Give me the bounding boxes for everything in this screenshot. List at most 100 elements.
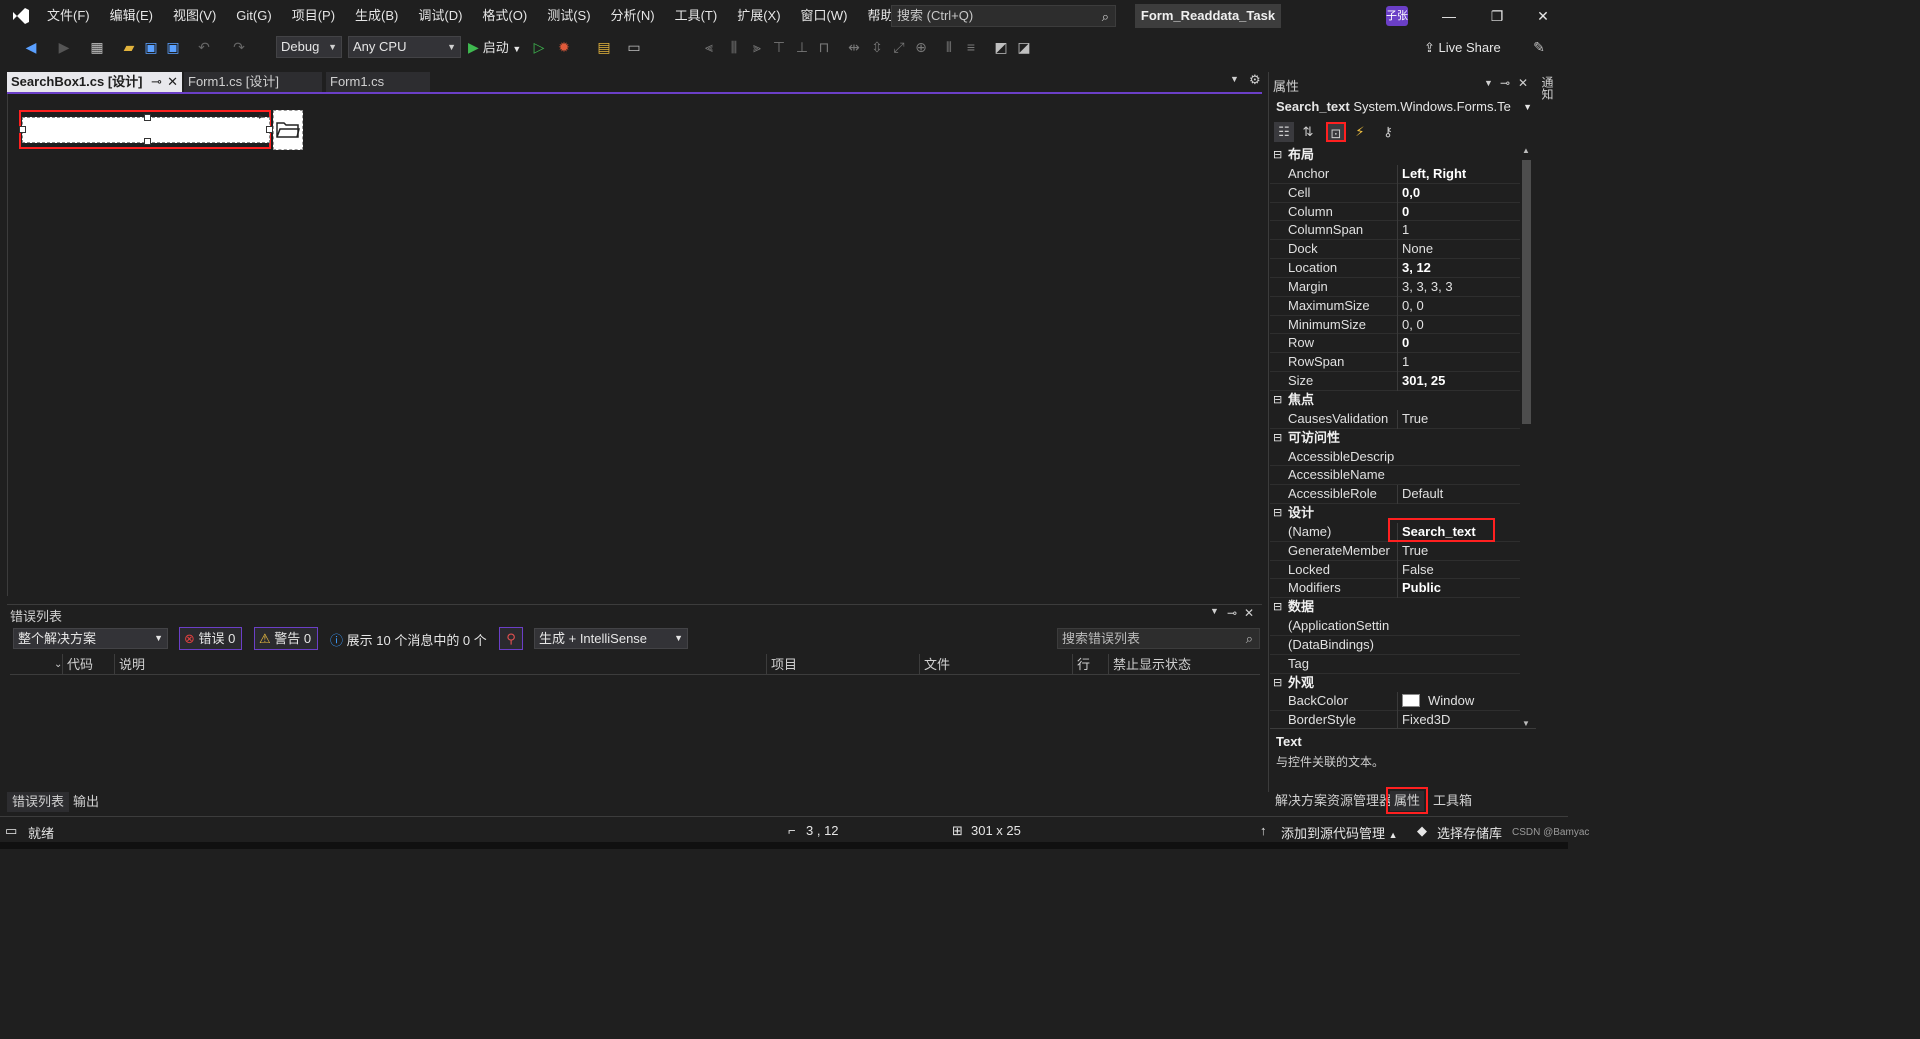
close-icon[interactable]: ✕: [167, 72, 178, 92]
property-value[interactable]: None: [1397, 240, 1517, 260]
tab-solution-explorer[interactable]: 解决方案资源管理器: [1271, 791, 1396, 811]
save-icon[interactable]: ▣: [142, 38, 160, 56]
tab-error-list[interactable]: 错误列表: [7, 792, 70, 812]
menu-item-9[interactable]: 分析(N): [601, 0, 665, 32]
property-value[interactable]: Window: [1397, 692, 1517, 712]
errors-filter-button[interactable]: ⊗ 错误 0: [179, 627, 243, 650]
property-row[interactable]: Modifiers Public: [1270, 579, 1520, 599]
property-category[interactable]: ⊟ 可访问性: [1270, 429, 1520, 448]
start-debugging-button[interactable]: ▶ 启动 ▼: [468, 36, 521, 58]
property-value[interactable]: False: [1397, 560, 1517, 580]
collapse-icon[interactable]: ⊟: [1273, 391, 1282, 410]
menu-item-1[interactable]: 编辑(E): [100, 0, 163, 32]
global-search-input[interactable]: 搜索 (Ctrl+Q) ⌕: [891, 5, 1116, 27]
property-row[interactable]: ColumnSpan 1: [1270, 221, 1520, 241]
menu-item-8[interactable]: 测试(S): [537, 0, 600, 32]
align-top-icon[interactable]: ⊤: [770, 38, 788, 56]
property-row[interactable]: Dock None: [1270, 240, 1520, 260]
property-value[interactable]: 0: [1397, 334, 1517, 354]
align-middle-icon[interactable]: ⊥: [793, 38, 811, 56]
bring-to-front-icon[interactable]: ◩: [992, 38, 1010, 56]
live-share-button[interactable]: ⇪ Live Share: [1424, 40, 1501, 56]
property-row[interactable]: RowSpan 1: [1270, 353, 1520, 373]
property-value[interactable]: 3, 3, 3, 3: [1397, 277, 1517, 297]
property-value[interactable]: Left, Right: [1397, 164, 1517, 184]
property-row[interactable]: AccessibleRole Default: [1270, 485, 1520, 505]
resize-handle-bottom[interactable]: [144, 138, 151, 145]
start-without-debugging-icon[interactable]: ▷: [530, 38, 548, 56]
menu-item-12[interactable]: 窗口(W): [791, 0, 858, 32]
solution-explorer-icon[interactable]: ▤: [595, 38, 613, 56]
messages-filter-button[interactable]: ⓘ 展示 10 个消息中的 0 个: [330, 630, 487, 649]
properties-view-icon[interactable]: ⊡: [1326, 122, 1346, 142]
make-same-width-icon[interactable]: ⇹: [845, 38, 863, 56]
property-row[interactable]: Row 0: [1270, 334, 1520, 354]
platform-select[interactable]: Any CPU ▼: [348, 36, 461, 58]
search-text-textbox[interactable]: ▸: [19, 112, 273, 145]
menu-item-3[interactable]: Git(G): [226, 0, 281, 32]
property-value[interactable]: True: [1397, 541, 1517, 561]
scrollbar-thumb[interactable]: [1522, 160, 1531, 424]
filter-icon[interactable]: ⚲: [499, 627, 523, 650]
warnings-filter-button[interactable]: ⚠ 警告 0: [254, 627, 319, 650]
property-category[interactable]: ⊟ 数据: [1270, 598, 1520, 617]
navigate-back-icon[interactable]: ◀: [22, 38, 40, 56]
menu-item-7[interactable]: 格式(O): [472, 0, 537, 32]
save-all-icon[interactable]: ▣: [164, 38, 182, 56]
designer-surface[interactable]: [7, 94, 1262, 596]
collapse-icon[interactable]: ⊟: [1273, 674, 1282, 693]
user-avatar[interactable]: 子张: [1386, 6, 1408, 26]
property-value[interactable]: 301, 25: [1397, 372, 1517, 391]
undo-icon[interactable]: ↶: [195, 38, 213, 56]
error-scope-select[interactable]: 整个解决方案 ▼: [13, 628, 168, 649]
tab-toolbox[interactable]: 工具箱: [1429, 791, 1476, 811]
minimize-icon[interactable]: —: [1426, 0, 1472, 32]
property-row[interactable]: BorderStyle Fixed3D: [1270, 711, 1520, 728]
property-value[interactable]: 1: [1397, 353, 1517, 373]
feedback-icon[interactable]: ✎: [1530, 38, 1548, 56]
menu-item-10[interactable]: 工具(T): [665, 0, 728, 32]
property-category[interactable]: ⊟ 外观: [1270, 674, 1520, 693]
panel-options-icon[interactable]: ▼: [1210, 606, 1219, 616]
select-repository-button[interactable]: 选择存储库: [1437, 823, 1502, 842]
make-same-height-icon[interactable]: ⇳: [868, 38, 886, 56]
column-file[interactable]: 文件: [919, 654, 1072, 675]
property-row[interactable]: CausesValidation True: [1270, 409, 1520, 429]
alphabetical-icon[interactable]: ⇅: [1298, 122, 1318, 142]
scroll-up-icon[interactable]: ▲: [1522, 146, 1530, 155]
property-row[interactable]: AccessibleName: [1270, 466, 1520, 486]
property-row[interactable]: ⊞MaximumSize 0, 0: [1270, 296, 1520, 316]
restore-icon[interactable]: ❐: [1474, 0, 1520, 32]
property-category[interactable]: ⊟ 焦点: [1270, 391, 1520, 410]
menu-item-4[interactable]: 项目(P): [282, 0, 345, 32]
align-bottom-icon[interactable]: ⊓: [815, 38, 833, 56]
vertical-spacing-icon[interactable]: ≡: [962, 38, 980, 56]
close-icon[interactable]: ✕: [1244, 606, 1254, 620]
categorized-icon[interactable]: ☷: [1274, 122, 1294, 142]
menu-item-0[interactable]: 文件(F): [37, 0, 100, 32]
column-project[interactable]: 项目: [766, 654, 919, 675]
menu-item-11[interactable]: 扩展(X): [727, 0, 790, 32]
menu-item-2[interactable]: 视图(V): [163, 0, 226, 32]
open-folder-icon[interactable]: ▰: [120, 38, 138, 56]
notifications-side-tab[interactable]: 通知: [1540, 76, 1556, 100]
tab-searchbox1-design[interactable]: SearchBox1.cs [设计] ⊸ ✕: [7, 72, 182, 92]
property-value[interactable]: Default: [1397, 485, 1517, 505]
property-row[interactable]: ⊞MinimumSize 0, 0: [1270, 315, 1520, 335]
property-row[interactable]: ⊞Size 301, 25: [1270, 372, 1520, 391]
horizontal-spacing-icon[interactable]: ⫴: [940, 38, 958, 56]
visual-studio-logo-icon[interactable]: [5, 0, 37, 32]
property-row[interactable]: Anchor Left, Right: [1270, 164, 1520, 184]
menu-item-5[interactable]: 生成(B): [345, 0, 408, 32]
property-value[interactable]: True: [1397, 409, 1517, 429]
property-row[interactable]: GenerateMember True: [1270, 541, 1520, 561]
redo-icon[interactable]: ↷: [230, 38, 248, 56]
close-icon[interactable]: ✕: [1518, 76, 1528, 90]
configuration-select[interactable]: Debug ▼: [276, 36, 342, 58]
close-icon[interactable]: ✕: [1520, 0, 1566, 32]
property-row[interactable]: ⊞Cell 0,0: [1270, 183, 1520, 203]
tab-form1-design[interactable]: Form1.cs [设计]: [184, 72, 322, 92]
property-row[interactable]: ⊞Location 3, 12: [1270, 259, 1520, 278]
column-code[interactable]: 代码: [62, 654, 114, 675]
property-value[interactable]: Public: [1397, 579, 1517, 599]
